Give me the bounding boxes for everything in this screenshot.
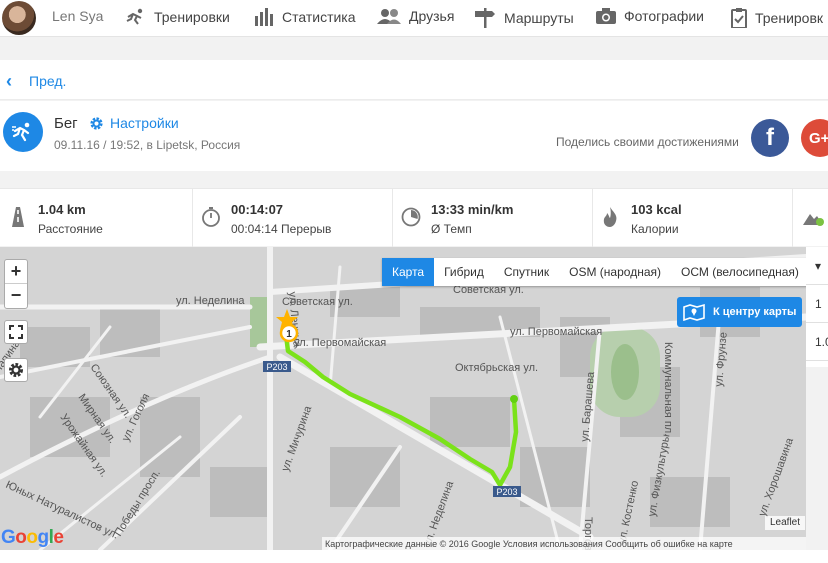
bar-chart-icon [255, 8, 273, 26]
street-label: Октябрьская ул. [455, 362, 538, 374]
nav-item-label: Тренировк [755, 10, 824, 26]
center-map-label: К центру карты [713, 306, 797, 318]
back-row: ‹ Пред. [0, 60, 828, 100]
zoom-out-button[interactable]: − [5, 284, 27, 308]
stats-bar: 1.04 km Расстояние 00:14:07 00:04:14 Пер… [0, 188, 828, 247]
nav-item-label: Фотографии [624, 8, 705, 24]
stat-label: 00:04:14 Перерыв [231, 222, 332, 236]
nav-item-label: Статистика [282, 9, 356, 25]
street-label: ул. Первомайская [294, 337, 386, 349]
activity-meta: 09.11.16 / 19:52, в Lipetsk, Россия [54, 138, 241, 152]
pace-gauge-icon [401, 207, 421, 227]
layer-tab-osm[interactable]: OSM (народная) [559, 258, 671, 286]
stat-pace: 13:33 min/km Ø Темп [393, 189, 593, 247]
fullscreen-button[interactable] [4, 320, 28, 344]
stat-value: 13:33 min/km [431, 202, 514, 217]
stat-label: Ø Темп [431, 222, 472, 236]
nav-item-workouts[interactable]: Тренировки [124, 8, 230, 26]
stopwatch-icon [202, 207, 220, 227]
stat-value: 00:14:07 [231, 202, 284, 217]
back-link[interactable]: Пред. [29, 73, 66, 89]
laps-table: ▾ 1 1.0 [806, 247, 828, 367]
road-shield-label: Р203 [496, 487, 517, 497]
table-row: 1 [806, 285, 828, 323]
nav-item-statistics[interactable]: Статистика [254, 8, 356, 26]
street-label: Коммунальная пл. [662, 342, 674, 436]
layer-tab-satellite[interactable]: Спутник [494, 258, 559, 286]
top-nav: Len Sya Тренировки Статистика Друзья Мар… [0, 0, 828, 37]
gear-icon [90, 116, 103, 130]
avatar[interactable] [2, 1, 36, 35]
leaflet-attribution[interactable]: Leaflet [765, 516, 805, 530]
stat-value: 103 kcal [631, 202, 682, 217]
footer-strip [0, 550, 828, 563]
nav-item-label: Маршруты [504, 10, 574, 26]
fullscreen-icon [9, 325, 23, 339]
route-map[interactable]: Р203 Р203 ул. Неделина Советская ул. Сов… [0, 247, 806, 550]
stat-label: Калории [631, 222, 679, 236]
user-name[interactable]: Len Sya [52, 8, 103, 24]
layer-tab-osm-cycle[interactable]: ОСМ (велосипедная) [671, 258, 809, 286]
activity-name: Бег [54, 115, 78, 132]
nav-item-photos[interactable]: Фотографии [596, 8, 704, 24]
google-logo[interactable]: Google [1, 527, 64, 549]
facebook-share-button[interactable]: f [751, 119, 789, 157]
flame-icon [603, 207, 617, 227]
zoom-in-button[interactable]: + [5, 260, 27, 284]
stat-duration: 00:14:07 00:04:14 Перерыв [193, 189, 393, 247]
nav-item-label: Друзья [409, 8, 455, 24]
running-sport-icon [3, 112, 43, 152]
clipboard-icon [731, 8, 747, 28]
map-background: Р203 Р203 ул. Неделина Советская ул. Сов… [0, 247, 806, 550]
nav-item-friends[interactable]: Друзья [377, 8, 454, 24]
map-attribution[interactable]: Картографические данные © 2016 Google Ус… [322, 537, 806, 551]
nav-item-routes[interactable]: Маршруты [474, 8, 574, 28]
street-label: ул. Первомайская [510, 326, 602, 338]
activity-header: Бег Настройки 09.11.16 / 19:52, в Lipets… [0, 101, 828, 171]
road-shield-label: Р203 [266, 362, 287, 372]
layer-tab-hybrid[interactable]: Гибрид [434, 258, 494, 286]
signpost-icon [475, 8, 495, 28]
stat-distance: 1.04 km Расстояние [0, 189, 193, 247]
stat-value: 1.04 km [38, 202, 86, 217]
table-header: ▾ [806, 247, 828, 285]
friends-icon [377, 9, 401, 24]
stat-label: Расстояние [38, 222, 103, 236]
gear-icon [9, 363, 23, 377]
share-text: Поделись своими достижениями [556, 135, 739, 149]
street-label: ул. Неделина [176, 295, 245, 307]
table-row: 1.0 [806, 323, 828, 361]
running-icon [126, 8, 143, 25]
layer-tab-map[interactable]: Карта [382, 258, 435, 286]
map-settings-button[interactable] [4, 358, 28, 382]
settings-label: Настройки [110, 115, 179, 131]
nav-item-label: Тренировки [154, 9, 230, 25]
stat-elevation [793, 189, 828, 247]
stat-calories: 103 kcal Калории [593, 189, 793, 247]
road-icon [12, 207, 24, 227]
zoom-control: + − [4, 259, 28, 309]
center-map-button[interactable]: К центру карты [677, 297, 802, 327]
elevation-icon [803, 214, 824, 226]
map-layer-tabs: Карта Гибрид Спутник OSM (народная) ОСМ … [382, 258, 809, 286]
start-marker-label: 1 [286, 329, 292, 340]
settings-link[interactable]: Настройки [89, 115, 179, 131]
chevron-left-icon[interactable]: ‹ [6, 71, 12, 92]
nav-item-training-plans[interactable]: Тренировк [731, 8, 823, 28]
map-icon [683, 303, 705, 321]
camera-icon [596, 8, 616, 24]
